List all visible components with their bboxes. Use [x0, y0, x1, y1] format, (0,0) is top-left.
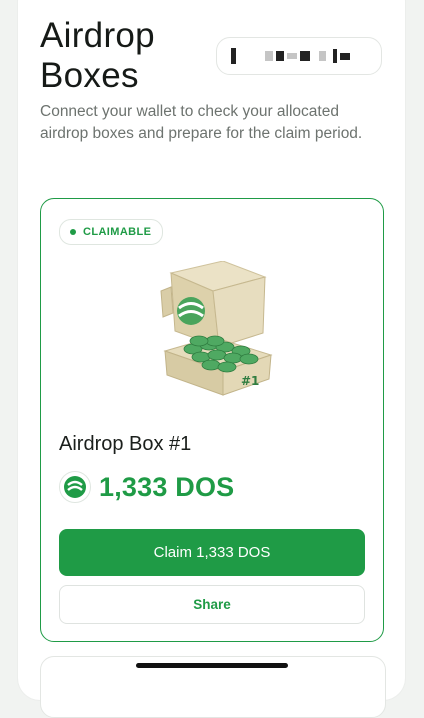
status-badge: CLAIMABLE	[59, 219, 164, 245]
wallet-address-redacted	[231, 48, 350, 64]
box-title: Airdrop Box #1	[59, 433, 192, 455]
status-badge-label: CLAIMABLE	[83, 226, 152, 238]
airdrop-box-image: #1	[160, 261, 273, 396]
box-number-label: #1	[241, 374, 259, 388]
wallet-address-pill[interactable]	[216, 37, 382, 75]
box-amount: 1,333 DOS	[99, 471, 235, 502]
dos-token-icon	[59, 471, 91, 503]
airdrop-box-card: CLAIMABLE #1 Airdrop Box #1 1,333 DOS Cl…	[40, 198, 384, 642]
page-subtitle: Connect your wallet to check your alloca…	[40, 103, 363, 142]
claim-button[interactable]: Claim 1,333 DOS	[59, 529, 365, 576]
page-title: Airdrop Boxes	[40, 16, 155, 95]
amount-row: 1,333 DOS	[59, 471, 234, 503]
status-dot-icon	[70, 229, 76, 235]
share-button[interactable]: Share	[59, 585, 365, 624]
home-indicator[interactable]	[136, 663, 288, 668]
